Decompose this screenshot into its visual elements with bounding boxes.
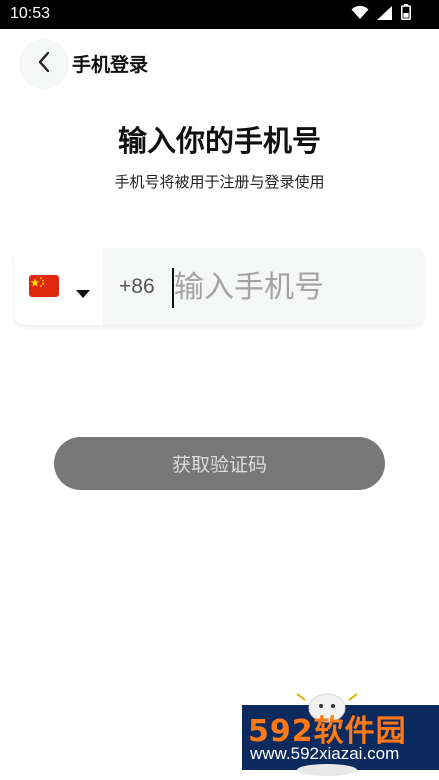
country-picker[interactable] [15,248,103,325]
page-title: 输入你的手机号 [117,124,321,158]
signal-icon [377,5,393,24]
china-flag-icon [29,275,59,301]
wifi-icon [351,5,369,24]
back-button[interactable] [19,39,69,89]
header-title: 手机登录 [72,54,149,76]
status-icons [351,4,411,24]
status-bar: 10:53 [0,0,439,29]
watermark-url: www.592xiazai.com [250,744,400,763]
triangle-down-icon [76,283,90,302]
status-time: 10:53 [10,5,51,22]
phone-number-input[interactable] [172,266,414,308]
text-caret [172,268,174,308]
phone-input-row: +86 [15,248,424,325]
battery-icon [401,4,411,24]
chevron-left-icon [37,51,51,77]
page-subtitle: 手机号将被用于注册与登录使用 [114,173,325,191]
country-code: +86 [119,275,155,298]
get-verification-code-button[interactable]: 获取验证码 [54,437,385,490]
